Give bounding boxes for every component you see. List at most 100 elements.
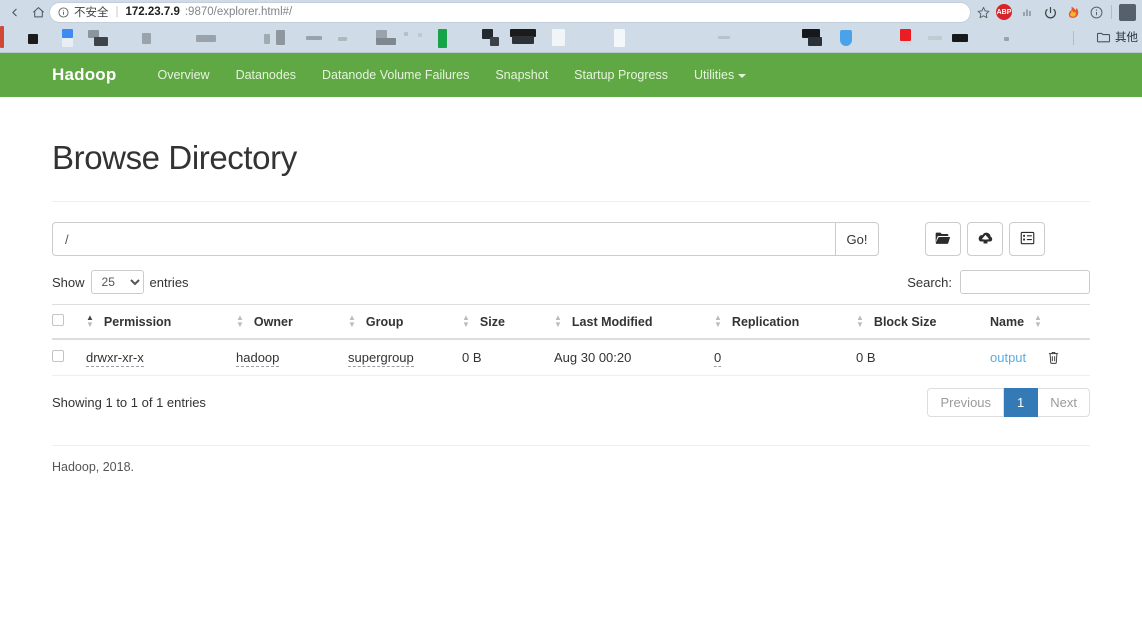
bookmark-icon[interactable] [614,29,625,47]
back-arrow-icon[interactable] [6,4,22,20]
pagination-previous[interactable]: Previous [927,388,1005,417]
search-input[interactable] [960,270,1090,294]
column-size-label: Size [479,314,505,329]
omnibox-divider: | [115,6,119,18]
row-checkbox[interactable] [52,350,64,362]
chevron-down-icon [738,73,747,78]
bookmark-icon[interactable] [1004,37,1009,41]
bookmark-icon[interactable] [264,34,270,44]
other-bookmarks-button[interactable]: 其他 [1096,29,1138,45]
fox-extension-icon[interactable] [1065,4,1081,20]
group-value[interactable]: supergroup [348,350,414,367]
bookmark-icon[interactable] [404,32,408,36]
bookmark-icon[interactable] [952,34,968,42]
table-header-row: ▲ ▼ Permission ▲ ▼ Owner ▲ ▼ Group ▲ ▼ S… [52,304,1090,340]
bookmark-icon[interactable] [490,37,499,46]
sort-icon: ▲ ▼ [86,313,94,329]
table-info: Showing 1 to 1 of 1 entries [52,395,206,410]
bookmark-icon[interactable] [512,36,534,44]
bookmark-icon[interactable] [338,37,347,41]
column-name[interactable]: Name ▲ ▼ [990,304,1090,340]
cell-owner[interactable]: hadoop [236,339,348,376]
bookmark-icon[interactable] [552,29,565,46]
bookmark-icon[interactable] [306,36,322,40]
extensions-area: ABP [996,3,1138,21]
navbar-brand[interactable]: Hadoop [52,65,116,85]
column-owner[interactable]: ▲ ▼ Owner [236,304,348,340]
column-permission-label: Permission [103,314,172,329]
row-select-cell[interactable] [52,339,86,376]
bookmark-icon[interactable] [900,29,911,41]
cut-paste-button[interactable] [1009,222,1045,256]
table-row[interactable]: drwxr-xr-x hadoop supergroup 0 B Aug 30 … [52,339,1090,376]
column-name-label: Name [990,314,1025,329]
create-directory-button[interactable] [925,222,961,256]
column-permission[interactable]: ▲ ▼ Permission [86,304,236,340]
home-icon[interactable] [30,4,46,20]
column-owner-label: Owner [253,314,293,329]
page-length-select[interactable]: 25 50 100 [90,270,144,294]
pagination-next[interactable]: Next [1038,388,1090,417]
permission-value[interactable]: drwxr-xr-x [86,350,144,367]
column-size[interactable]: ▲ ▼ Size [462,304,554,340]
sort-icon: ▲ ▼ [348,313,356,329]
nav-link-utilities[interactable]: Utilities [681,53,759,97]
owner-value[interactable]: hadoop [236,350,280,367]
bookmark-icon[interactable] [438,29,447,48]
bookmark-icon[interactable] [62,38,73,47]
cell-name[interactable]: output [990,339,1090,376]
column-group[interactable]: ▲ ▼ Group [348,304,462,340]
info-circle-icon[interactable] [58,6,69,18]
select-all-checkbox[interactable] [52,314,64,326]
file-name-link[interactable]: output [990,350,1026,365]
nav-link-datanodes[interactable]: Datanodes [223,53,309,97]
trash-icon[interactable] [1047,350,1060,365]
info-extension-icon[interactable] [1088,4,1104,20]
bookmark-icon[interactable] [142,33,151,44]
bookmark-icon[interactable] [900,41,911,45]
bookmark-icon[interactable] [418,33,422,37]
nav-link-datanode-volume-failures[interactable]: Datanode Volume Failures [309,53,482,97]
bookmark-icon[interactable] [94,37,108,46]
bookmark-icon[interactable] [718,36,730,39]
path-input[interactable] [52,222,835,256]
bookmark-icon[interactable] [276,30,285,45]
bookmark-icon[interactable] [28,34,38,44]
power-extension-icon[interactable] [1042,4,1058,20]
adblock-plus-icon[interactable]: ABP [996,4,1012,20]
search-control: Search: [907,270,1090,294]
omnibox[interactable]: 不安全 | 172.23.7.9:9870/explorer.html#/ [50,2,970,22]
bookmark-icon[interactable] [0,26,4,48]
nav-link-snapshot[interactable]: Snapshot [482,53,561,97]
bookmark-icon[interactable] [376,38,396,45]
table-footer: Showing 1 to 1 of 1 entries Previous 1 N… [52,388,1090,417]
bookmark-icon[interactable] [840,30,852,46]
chart-extension-icon[interactable] [1019,4,1035,20]
cell-permission[interactable]: drwxr-xr-x [86,339,236,376]
replication-value[interactable]: 0 [714,350,722,367]
directory-table: ▲ ▼ Permission ▲ ▼ Owner ▲ ▼ Group ▲ ▼ S… [52,304,1090,376]
sort-icon: ▲ ▼ [236,313,244,329]
column-replication[interactable]: ▲ ▼ Replication [714,304,856,340]
column-select-all[interactable] [52,304,86,340]
url-host: 172.23.7.9 [125,6,180,18]
avatar-icon[interactable] [1119,3,1136,21]
column-last-modified[interactable]: ▲ ▼ Last Modified [554,304,714,340]
nav-link-startup-progress[interactable]: Startup Progress [561,53,681,97]
bookmark-icon[interactable] [62,29,73,38]
go-button[interactable]: Go! [835,222,879,256]
nav-link-overview[interactable]: Overview [144,53,222,97]
pagination: Previous 1 Next [927,388,1090,417]
search-label: Search: [907,274,952,290]
cell-replication[interactable]: 0 [714,339,856,376]
column-block-size[interactable]: ▲ ▼ Block Size [856,304,990,340]
security-label: 不安全 [74,7,109,19]
pagination-page-1[interactable]: 1 [1004,388,1039,417]
bookmark-icon[interactable] [808,37,822,46]
bookmark-icon[interactable] [928,36,942,40]
star-icon[interactable] [974,3,992,21]
cell-group[interactable]: supergroup [348,339,462,376]
bookmark-icon[interactable] [196,35,216,42]
title-divider [52,201,1090,202]
upload-files-button[interactable] [967,222,1003,256]
